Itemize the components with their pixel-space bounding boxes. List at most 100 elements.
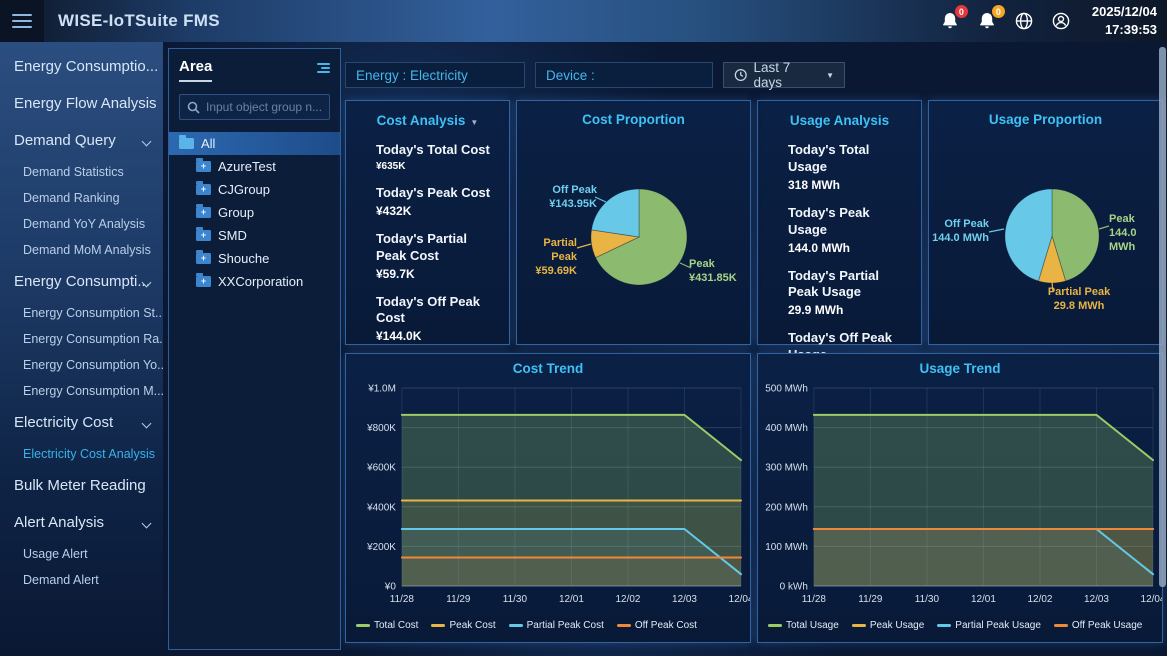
device-filter[interactable]: Device : [535, 62, 713, 88]
notification-bell-button[interactable]: 0 [977, 11, 997, 31]
tree-item-label: Shouche [218, 251, 269, 266]
legend-dash [852, 624, 866, 627]
account-button[interactable] [1051, 11, 1071, 31]
sidebar-item-label: Energy Consumpti... [14, 273, 150, 290]
svg-text:12/04: 12/04 [729, 594, 750, 605]
time-text: 17:39:53 [1092, 21, 1157, 39]
stat-row: Today's Peak Usage144.0 MWh [788, 205, 911, 255]
cost-proportion-pie [517, 101, 752, 346]
sidebar-subitem[interactable]: Energy Consumption Yo... [0, 352, 163, 378]
svg-text:12/03: 12/03 [672, 594, 697, 605]
legend-item[interactable]: Peak Usage [852, 620, 924, 631]
legend-label: Off Peak Cost [635, 620, 697, 631]
folder-plus-icon [196, 276, 211, 287]
tree-item-root[interactable]: All [169, 132, 340, 155]
cost-trend-chart: 11/2811/2911/3012/0112/0212/0312/04¥0¥20… [346, 376, 750, 620]
tree-item-label: CJGroup [218, 182, 270, 197]
cost-trend-card: Cost Trend 11/2811/2911/3012/0112/0212/0… [345, 353, 751, 643]
sidebar-subitem[interactable]: Demand MoM Analysis [0, 237, 163, 263]
legend-label: Peak Cost [449, 620, 495, 631]
search-input[interactable] [206, 100, 322, 114]
legend-item[interactable]: Off Peak Cost [617, 620, 697, 631]
legend-item[interactable]: Partial Peak Cost [509, 620, 604, 631]
scrollbar-thumb[interactable] [1159, 47, 1166, 587]
sidebar-item[interactable]: Demand Query [0, 122, 163, 159]
cost-proportion-card: Cost Proportion Off Peak¥143.95K Partial… [516, 100, 751, 345]
stat-row: Today's Total Cost¥635K [376, 142, 499, 172]
svg-text:100 MWh: 100 MWh [765, 542, 808, 553]
language-button[interactable] [1014, 11, 1034, 31]
folder-plus-icon [196, 253, 211, 264]
legend-dash [617, 624, 631, 627]
alert-bell-button[interactable]: 0 [940, 11, 960, 31]
svg-text:400 MWh: 400 MWh [765, 423, 808, 434]
sidebar-item[interactable]: Electricity Cost [0, 404, 163, 441]
stat-label: Today's Peak Cost [376, 185, 499, 202]
search-box [179, 94, 330, 120]
tree-item[interactable]: AzureTest [169, 155, 340, 178]
stat-row: Today's Total Usage318 MWh [788, 142, 911, 192]
menu-button[interactable] [0, 0, 44, 42]
open-folder-icon [179, 138, 194, 149]
svg-text:12/03: 12/03 [1084, 594, 1109, 605]
stat-row: Today's Peak Cost¥432K [376, 185, 499, 218]
collapse-panel-icon[interactable] [317, 58, 330, 75]
legend-label: Total Cost [374, 620, 418, 631]
cost-analysis-header[interactable]: Cost Analysis▼ [352, 112, 503, 130]
sidebar-subitem[interactable]: Usage Alert [0, 541, 163, 567]
tree-item[interactable]: CJGroup [169, 178, 340, 201]
energy-filter[interactable]: Energy : Electricity [345, 62, 525, 88]
chevron-down-icon [142, 419, 152, 429]
stat-value: 29.9 MWh [788, 303, 911, 317]
device-filter-label: Device : [546, 68, 595, 83]
usage-trend-legend: Total Usage Peak Usage Partial Peak Usage O… [758, 620, 1162, 631]
svg-text:11/28: 11/28 [802, 594, 827, 605]
stat-value: 318 MWh [788, 178, 911, 192]
globe-icon [1014, 11, 1034, 31]
sidebar-subitem[interactable]: Demand YoY Analysis [0, 211, 163, 237]
legend-item[interactable]: Off Peak Usage [1054, 620, 1142, 631]
sidebar-subitem[interactable]: Energy Consumption M... [0, 378, 163, 404]
tree-item[interactable]: Group [169, 201, 340, 224]
app-title: WISE-IoTSuite FMS [58, 11, 220, 31]
usage-analysis-title: Usage Analysis [790, 113, 889, 128]
sidebar-item[interactable]: Energy Consumptio... [0, 48, 163, 85]
svg-text:500 MWh: 500 MWh [765, 383, 808, 394]
sidebar-subitem[interactable]: Electricity Cost Analysis [0, 441, 163, 467]
tree-item-label: SMD [218, 228, 247, 243]
folder-plus-icon [196, 207, 211, 218]
legend-item[interactable]: Total Usage [768, 620, 839, 631]
sidebar-item[interactable]: Bulk Meter Reading [0, 467, 163, 504]
chart-title: Usage Trend [758, 361, 1162, 376]
stat-row: Today's Partial Peak Cost¥59.7K [376, 231, 499, 281]
sidebar-item[interactable]: Energy Flow Analysis [0, 85, 163, 122]
topbar-right: 0 0 2025/12/04 17:39:53 [940, 3, 1167, 38]
tree-item[interactable]: SMD [169, 224, 340, 247]
svg-text:12/01: 12/01 [971, 594, 996, 605]
sidebar-subitem[interactable]: Demand Alert [0, 567, 163, 593]
sidebar-subitem[interactable]: Demand Statistics [0, 159, 163, 185]
sidebar-item-label: Electricity Cost [14, 414, 113, 431]
tree-item[interactable]: XXCorporation [169, 270, 340, 293]
sidebar-subitem[interactable]: Demand Ranking [0, 185, 163, 211]
alert-badge: 0 [955, 5, 968, 18]
sidebar-subitem[interactable]: Energy Consumption Ra... [0, 326, 163, 352]
chevron-down-icon [142, 519, 152, 529]
tree-item[interactable]: Shouche [169, 247, 340, 270]
legend-item[interactable]: Partial Peak Usage [937, 620, 1041, 631]
svg-text:0 kWh: 0 kWh [780, 581, 808, 592]
sidebar-item-label: Demand Query [14, 132, 116, 149]
legend-item[interactable]: Total Cost [356, 620, 418, 631]
pie-slice-off-peak[interactable] [592, 189, 640, 237]
datetime: 2025/12/04 17:39:53 [1092, 3, 1157, 38]
stat-label: Today's Off Peak Cost [376, 294, 499, 328]
legend-label: Partial Peak Usage [955, 620, 1041, 631]
sidebar-item[interactable]: Alert Analysis [0, 504, 163, 541]
sidebar-item[interactable]: Energy Consumpti... [0, 263, 163, 300]
energy-filter-label: Energy : Electricity [356, 68, 468, 83]
folder-plus-icon [196, 184, 211, 195]
legend-item[interactable]: Peak Cost [431, 620, 495, 631]
date-range-filter[interactable]: Last 7 days ▼ [723, 62, 845, 88]
sidebar: Energy Consumptio...Energy Flow Analysis… [0, 42, 163, 656]
sidebar-subitem[interactable]: Energy Consumption St... [0, 300, 163, 326]
